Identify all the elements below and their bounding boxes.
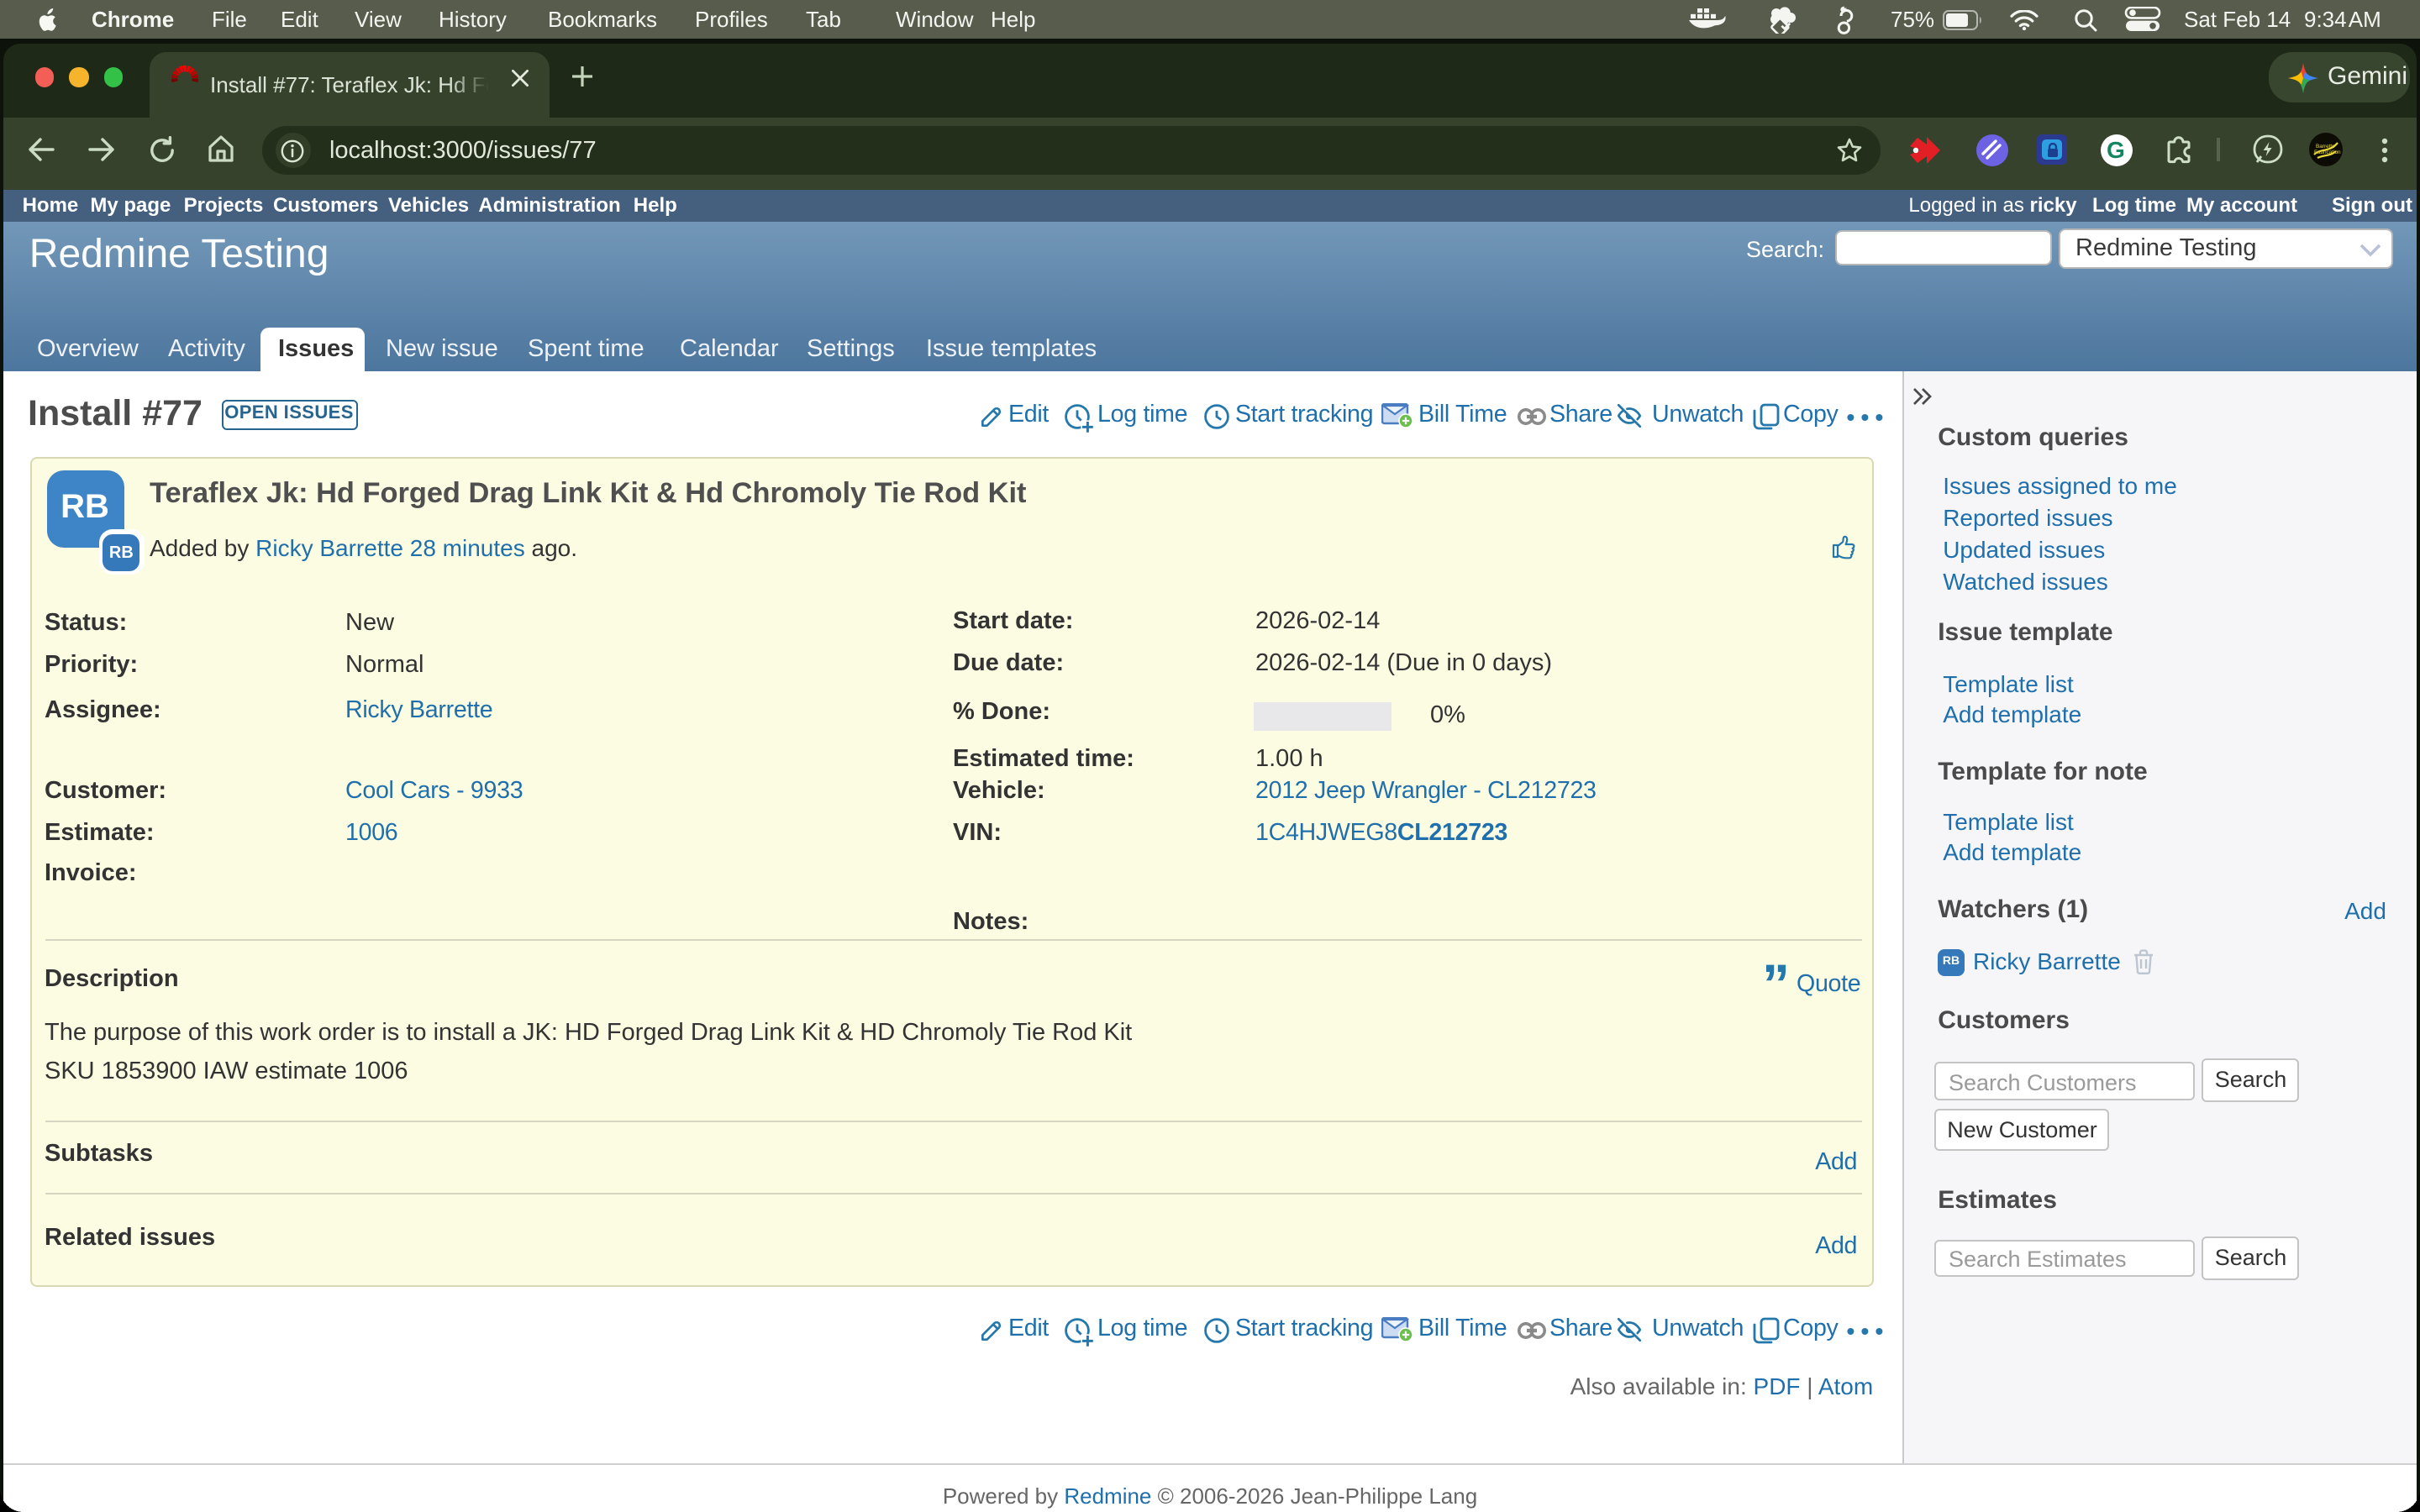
svg-text:Fabrication: Fabrication (2313, 150, 2340, 155)
